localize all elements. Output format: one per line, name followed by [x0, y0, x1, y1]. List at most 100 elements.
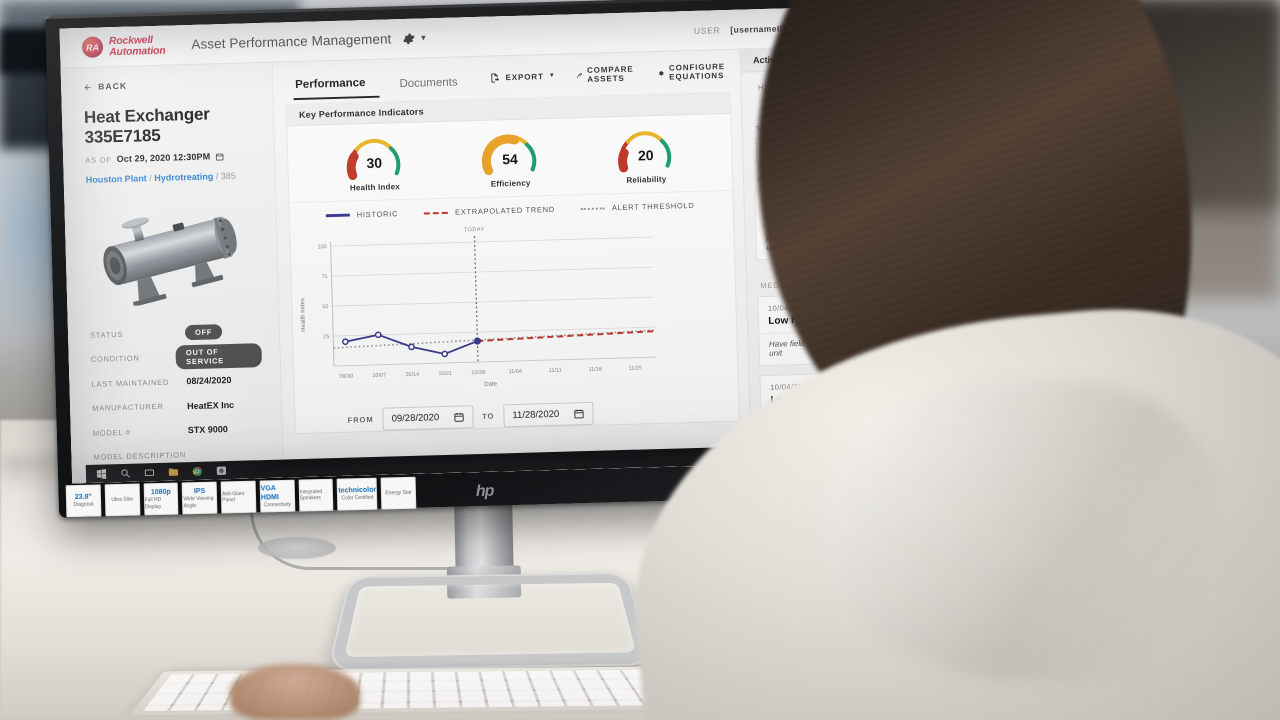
chart-xtick: 10/21	[438, 371, 452, 377]
asof-row: AS OF Oct 29, 2020 12:30PM	[85, 150, 256, 165]
date-to-input[interactable]: 11/28/2020	[503, 402, 593, 427]
chart-ytick: 25	[323, 334, 329, 340]
kpi-card: Key Performance Indicators 30 Health Ind…	[286, 92, 740, 434]
chart-ytick: 75	[321, 274, 327, 280]
calendar-icon	[453, 411, 464, 422]
chart-y-axis-label: Health Index	[300, 298, 307, 332]
asset-info-panel: BACK Heat Exchanger 335E7185 AS OF Oct 2…	[61, 63, 285, 484]
gauge-efficiency-value: 54	[479, 150, 541, 168]
compare-assets-button[interactable]: COMPARE ASSETS	[575, 64, 638, 84]
app-window-icon[interactable]	[216, 465, 227, 476]
spec-key: CONDITION	[91, 353, 177, 364]
gauge-health-index-label: Health Index	[344, 182, 406, 193]
gauge-efficiency-label: Efficiency	[480, 178, 542, 189]
gear-icon	[658, 67, 664, 78]
gauge-health-index-dial: 30	[342, 133, 405, 181]
compare-assets-label: COMPARE ASSETS	[587, 64, 639, 83]
sticker: Integrated Speakers	[298, 479, 334, 512]
health-index-chart[interactable]: Health Index 100 75 50 25 TODAY 09/30 10…	[290, 215, 738, 400]
spec-key: MODEL DESCRIPTION	[93, 451, 188, 463]
asof-value: Oct 29, 2020 12:30PM	[117, 152, 211, 165]
search-icon[interactable]	[120, 467, 131, 478]
asset-name-line2: 335E7185	[84, 123, 255, 148]
asset-spec-list: STATUS OFF CONDITION OUT OF SERVICE LAST…	[90, 318, 265, 470]
sticker-sub: Ultra Slim	[111, 496, 133, 503]
breadcrumb-id: 385	[221, 171, 236, 181]
chart-xtick: 11/04	[509, 369, 523, 375]
sticker-sub: Full HD Display	[145, 497, 178, 511]
monitor-stand-base	[327, 573, 654, 671]
gauge-efficiency[interactable]: 54 Efficiency	[478, 129, 542, 189]
performance-content: Performance Documents EXPORT ▼ COMPARE A…	[273, 50, 752, 484]
chrome-icon[interactable]	[192, 465, 203, 476]
monitor-stand-base-inner	[327, 573, 654, 671]
settings-menu-button[interactable]: ▼	[403, 32, 427, 45]
tab-documents[interactable]: Documents	[397, 76, 472, 97]
legend-swatch-dashed	[424, 211, 448, 214]
sticker-sub: Diagonal	[74, 502, 94, 509]
calendar-icon[interactable]	[215, 152, 224, 161]
photo-scene: hp RA Rockwell Automation Asset Performa…	[0, 0, 1280, 720]
back-button[interactable]: BACK	[83, 77, 254, 92]
legend-label: EXTRAPOLATED TREND	[455, 205, 555, 217]
legend-item-extrapolated-trend: EXTRAPOLATED TREND	[424, 205, 555, 218]
arrow-left-icon	[83, 82, 92, 91]
export-icon	[489, 72, 500, 83]
spec-value: HeatEX Inc	[187, 400, 234, 411]
person-foreground	[690, 0, 1280, 720]
caret-down-icon: ▼	[419, 33, 427, 42]
chart-xtick: 20/14	[405, 372, 419, 378]
asof-label: AS OF	[85, 155, 112, 165]
gauge-reliability-value: 20	[615, 146, 677, 164]
chart-ytick: 50	[322, 304, 328, 310]
ra-badge-icon: RA	[82, 36, 104, 58]
keyboard[interactable]	[129, 666, 707, 715]
sticker: 1080p Full HD Display	[143, 483, 179, 516]
spec-key: MODEL #	[93, 426, 188, 438]
legend-swatch-dotted	[581, 207, 605, 210]
export-button[interactable]: EXPORT ▼	[489, 70, 555, 83]
spec-key: LAST MAINTAINED	[91, 377, 186, 389]
spec-value: 08/24/2020	[186, 375, 231, 386]
chart-xtick: 11/25	[628, 365, 642, 371]
chart-x-axis-label: Date	[484, 382, 497, 388]
app-title: Asset Performance Management	[191, 31, 391, 52]
export-label: EXPORT	[505, 72, 544, 82]
hp-logo: hp	[476, 483, 494, 501]
date-from-input[interactable]: 09/28/2020	[382, 405, 473, 431]
file-explorer-icon[interactable]	[168, 466, 179, 477]
calendar-icon	[573, 408, 584, 419]
chart-svg: Health Index 100 75 50 25 TODAY 09/30 10…	[290, 217, 665, 395]
condition-badge: OUT OF SERVICE	[176, 343, 262, 369]
task-view-icon[interactable]	[144, 467, 155, 478]
sticker-title: 1080p	[151, 488, 171, 498]
breadcrumb-plant[interactable]: Houston Plant	[86, 173, 147, 185]
rockwell-logo[interactable]: RA Rockwell Automation	[82, 34, 166, 58]
gauge-reliability-dial: 20	[614, 125, 677, 173]
caret-down-icon: ▼	[549, 73, 556, 79]
tab-performance[interactable]: Performance	[293, 77, 380, 100]
user-hand	[230, 664, 360, 720]
breadcrumb-unit[interactable]: Hydrotreating	[154, 171, 213, 183]
date-from-value: 09/28/2020	[391, 412, 439, 424]
sticker: IPS Wide Viewing Angle	[182, 482, 218, 515]
sticker-title: IPS	[194, 487, 206, 496]
spec-value: STX 9000	[188, 424, 228, 435]
gauge-reliability[interactable]: 20 Reliability	[614, 125, 678, 185]
sticker: Ultra Slim	[104, 483, 140, 516]
brand-line-2: Automation	[109, 45, 166, 57]
windows-start-icon[interactable]	[96, 468, 107, 479]
asset-title: Heat Exchanger 335E7185	[84, 103, 256, 148]
shoulder-fabric-fold	[820, 380, 1220, 680]
legend-swatch-solid	[326, 214, 350, 217]
legend-item-alert-threshold: ALERT THRESHOLD	[581, 201, 695, 213]
date-to-value: 11/28/2020	[512, 409, 559, 421]
gauge-efficiency-dial: 54	[478, 129, 541, 177]
chart-xtick: 11/18	[588, 367, 602, 373]
cable-grommet	[258, 537, 336, 559]
sticker-sub: Color Certified	[341, 495, 373, 502]
sticker: VGA HDMI Connectivity	[260, 480, 296, 513]
date-from-label: FROM	[347, 415, 373, 425]
gauge-health-index[interactable]: 30 Health Index	[342, 133, 406, 193]
sticker-sub: Connectivity	[264, 502, 291, 509]
